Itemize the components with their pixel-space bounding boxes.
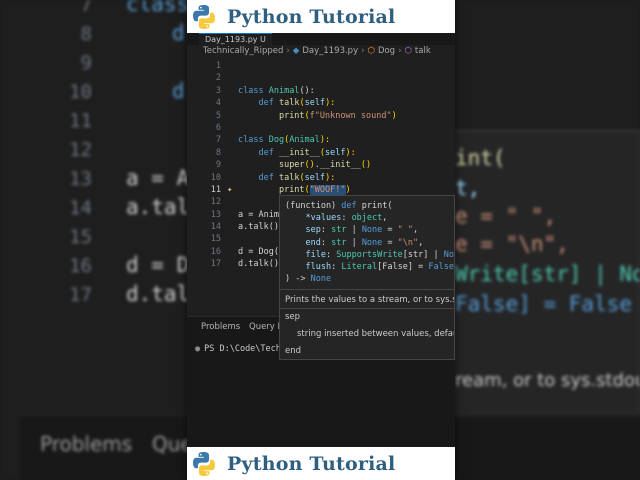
breadcrumb-folder[interactable]: Technically_Ripped xyxy=(203,46,283,56)
tooltip-param-sep-doc: string inserted between values, default … xyxy=(297,329,454,339)
background-line-number: 16 xyxy=(69,255,92,277)
python-file-icon: ◆ xyxy=(292,46,300,56)
background-problems-label: Problems xyxy=(40,432,133,456)
tooltip-param-sep: sep xyxy=(285,312,301,322)
chevron-right-icon: › xyxy=(398,46,402,56)
background-code-text: a.tal xyxy=(126,195,190,219)
code-line: 6 xyxy=(215,122,221,133)
background-tooltip-text: t, xyxy=(455,176,481,200)
python-logo-icon xyxy=(193,451,215,476)
breadcrumb-method[interactable]: talk xyxy=(415,46,431,56)
python-logo-icon xyxy=(193,4,215,29)
branding-banner-top: Python Tutorial xyxy=(187,0,455,33)
background-code-text: a = A xyxy=(126,166,190,190)
code-line: 9 super().__init__() xyxy=(215,160,372,171)
background-code-text: d xyxy=(172,21,185,45)
background-code-text: d.tal xyxy=(126,282,190,306)
terminal-status-icon: ● xyxy=(195,344,201,354)
code-line: 4 def talk(self): xyxy=(215,98,336,109)
tooltip-divider xyxy=(280,289,454,290)
background-code-text: class xyxy=(126,0,190,16)
method-symbol-icon: ⬡ xyxy=(404,46,412,56)
breadcrumb-file[interactable]: Day_1193.py xyxy=(302,46,358,56)
tooltip-divider xyxy=(280,308,454,309)
background-code-text: d = D xyxy=(126,253,190,277)
background-line-number: 17 xyxy=(69,284,92,306)
code-line: 10 def talk(self): xyxy=(210,172,336,183)
tab-day-1193[interactable]: Day_1193.py U xyxy=(199,33,272,45)
function-signature: (function) def print( *values: object, s… xyxy=(285,201,454,285)
code-line: 3 class Animal(): xyxy=(215,85,315,96)
hover-tooltip: (function) def print( *values: object, s… xyxy=(279,195,455,360)
background-line-number: 11 xyxy=(69,110,92,132)
code-line: 2 xyxy=(215,73,221,84)
background-line-number: 12 xyxy=(69,139,92,161)
branding-banner-bottom: Python Tutorial xyxy=(187,447,455,480)
class-symbol-icon: ⬡ xyxy=(367,46,375,56)
background-line-number: 15 xyxy=(69,226,92,248)
chevron-right-icon: › xyxy=(361,46,365,56)
tutorial-title: Python Tutorial xyxy=(227,452,396,475)
sparkle-icon[interactable]: ✦ xyxy=(227,184,232,196)
background-code-text: d xyxy=(172,79,185,103)
background-line-number: 14 xyxy=(69,197,92,219)
background-tooltip-text: ream, or to sys.stdou xyxy=(455,370,640,391)
tab-problems[interactable]: Problems xyxy=(201,322,240,332)
background-tooltip-text: Write[str] | None xyxy=(455,262,640,286)
code-line: 5 print(f"Unknown sound") xyxy=(215,110,397,121)
background-line-number: 8 xyxy=(80,23,92,45)
background-line-number: 7 xyxy=(80,0,92,16)
background-line-number: 13 xyxy=(69,168,92,190)
breadcrumb: Technically_Ripped › ◆ Day_1193.py › ⬡ D… xyxy=(203,46,431,56)
tooltip-param-end: end xyxy=(285,346,302,356)
background-tooltip-text: False] = False xyxy=(455,292,633,316)
background-tooltip-text: e = "\n", xyxy=(455,232,569,256)
tab-strip: Day_1193.py U xyxy=(187,33,455,45)
background-tooltip-text: int( xyxy=(455,146,506,170)
background-line-number: 10 xyxy=(69,81,92,103)
tutorial-title: Python Tutorial xyxy=(227,5,396,28)
tooltip-description: Prints the values to a stream, or to sys… xyxy=(285,295,455,305)
code-line: 7 class Dog(Animal): xyxy=(215,135,331,146)
code-line: 8 def __init__(self): xyxy=(215,147,356,158)
background-tooltip-text: e = " ", xyxy=(455,204,557,228)
code-line: 1 xyxy=(215,61,221,71)
background-line-number: 9 xyxy=(80,52,92,74)
chevron-right-icon: › xyxy=(286,46,290,56)
breadcrumb-class[interactable]: Dog xyxy=(378,46,395,56)
